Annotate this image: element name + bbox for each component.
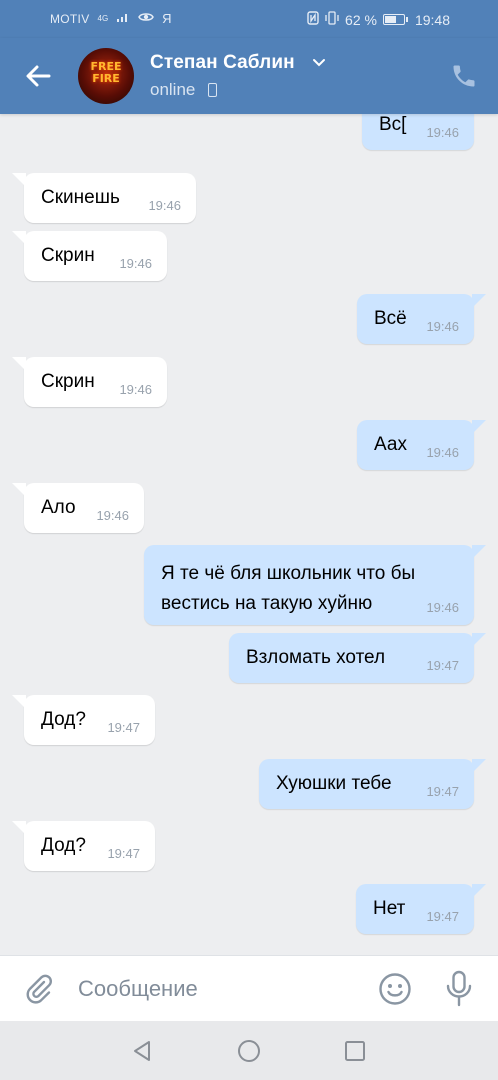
message-time: 19:46 — [426, 125, 459, 140]
message-time: 19:47 — [107, 720, 140, 735]
message-outgoing[interactable]: Нет 19:47 — [356, 884, 486, 934]
paperclip-icon — [26, 974, 52, 1004]
message-outgoing[interactable]: Вс[ 19:46 — [362, 114, 474, 150]
arrow-left-icon — [26, 65, 51, 87]
message-input[interactable] — [78, 970, 358, 1008]
circle-home-icon — [238, 1040, 260, 1062]
message-outgoing[interactable]: Аах 19:46 — [357, 420, 486, 470]
message-text: Скрин — [41, 371, 95, 392]
message-text: Взломать хотел — [246, 647, 386, 668]
message-outgoing[interactable]: Хуюшки тебе 19:47 — [259, 759, 486, 809]
message-outgoing[interactable]: Всё 19:46 — [357, 294, 486, 344]
message-text: Хуюшки тебе — [276, 773, 392, 794]
message-time: 19:46 — [426, 319, 459, 334]
message-time: 19:47 — [426, 784, 459, 799]
message-outgoing[interactable]: Я те чё бля школьник что бы вестись на т… — [144, 545, 486, 625]
nfc-icon — [307, 11, 319, 28]
status-left: MOTIV 4G Я — [50, 11, 172, 26]
message-outgoing[interactable]: Взломать хотел 19:47 — [229, 633, 486, 683]
emoji-button[interactable] — [378, 972, 412, 1006]
message-composer — [0, 955, 498, 1021]
nav-home-button[interactable] — [236, 1038, 262, 1064]
attach-button[interactable] — [22, 973, 54, 1005]
message-text: Я те чё бля школьник что бы вестись на т… — [161, 563, 416, 614]
avatar-logo: FREE FIRE — [78, 61, 134, 85]
clock: 19:48 — [414, 11, 450, 28]
message-text: Дод? — [41, 709, 86, 730]
message-time: 19:46 — [426, 445, 459, 460]
eye-icon — [138, 11, 155, 26]
message-time: 19:46 — [426, 600, 459, 615]
battery-percent: 62 % — [345, 11, 377, 28]
nav-recent-button[interactable] — [342, 1038, 368, 1064]
smiley-icon — [379, 973, 411, 1005]
signal-icon — [116, 11, 130, 26]
contact-avatar[interactable]: FREE FIRE — [78, 48, 134, 104]
message-incoming[interactable]: Скрин 19:46 — [12, 231, 167, 281]
message-incoming[interactable]: Скрин 19:46 — [12, 357, 167, 407]
phone-icon — [453, 65, 475, 87]
message-time: 19:46 — [119, 382, 152, 397]
nav-back-button[interactable] — [130, 1038, 156, 1064]
contact-name[interactable]: Степан Саблин — [150, 52, 295, 74]
status-right: 62 % 19:48 — [307, 11, 450, 28]
message-incoming[interactable]: Дод? 19:47 — [12, 821, 155, 871]
message-time: 19:46 — [96, 508, 129, 523]
message-time: 19:46 — [119, 256, 152, 271]
avatar-text-2: FIRE — [92, 72, 120, 85]
microphone-icon — [446, 970, 472, 1007]
message-incoming[interactable]: Ало 19:46 — [12, 483, 144, 533]
mobile-online-icon — [208, 83, 217, 97]
message-incoming[interactable]: Дод? 19:47 — [12, 695, 155, 745]
status-bar: MOTIV 4G Я 62 % 19:48 — [0, 0, 498, 38]
square-recent-icon — [345, 1041, 365, 1061]
message-text: Дод? — [41, 835, 86, 856]
back-button[interactable] — [20, 58, 56, 94]
message-text: Скрин — [41, 245, 95, 266]
battery-icon — [382, 14, 408, 25]
message-incoming[interactable]: Скинешь 19:46 — [12, 173, 196, 223]
voice-message-button[interactable] — [444, 970, 474, 1008]
message-time: 19:46 — [148, 198, 181, 213]
triangle-back-icon — [134, 1041, 150, 1061]
contact-status: online — [150, 80, 196, 99]
vibrate-icon — [325, 11, 339, 28]
message-text: Всё — [374, 308, 407, 329]
yandex-icon: Я — [162, 11, 172, 26]
message-text: Скинешь — [41, 187, 120, 208]
carrier-label: MOTIV — [50, 11, 90, 26]
message-time: 19:47 — [107, 846, 140, 861]
chat-header: FREE FIRE Степан Саблин online — [0, 38, 498, 114]
message-text: Ало — [41, 497, 76, 518]
message-time: 19:47 — [426, 658, 459, 673]
message-time: 19:47 — [426, 909, 459, 924]
chevron-down-icon[interactable] — [312, 58, 326, 68]
battery-level — [384, 16, 396, 23]
message-list[interactable]: Вс[ 19:46 Скинешь 19:46 Скрин 19:46 Всё … — [0, 114, 498, 955]
message-text: Аах — [374, 434, 407, 455]
network-type: 4G — [97, 13, 109, 23]
message-text: Вс[ — [379, 114, 407, 135]
system-nav-bar — [0, 1021, 498, 1080]
call-button[interactable] — [450, 62, 478, 90]
message-text: Нет — [373, 898, 406, 919]
